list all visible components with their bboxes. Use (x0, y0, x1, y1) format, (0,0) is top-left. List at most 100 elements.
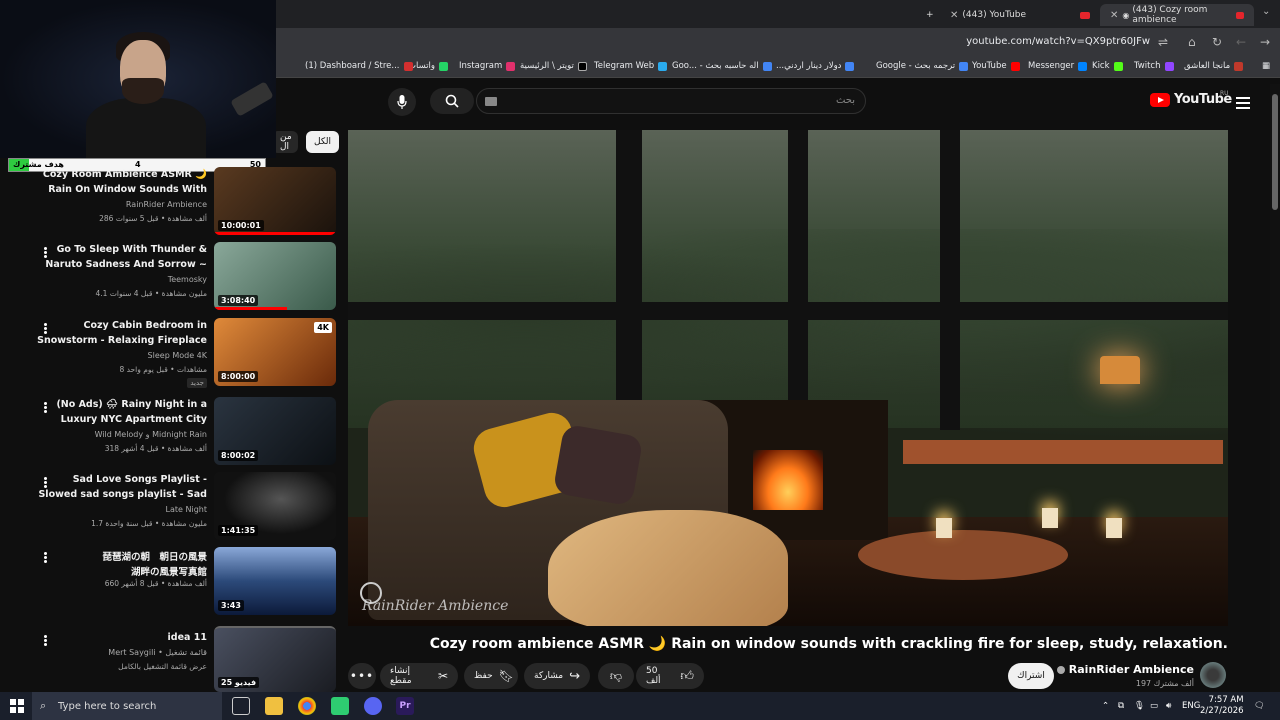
youtube-play-icon (1150, 92, 1170, 107)
bookmark-item[interactable]: واتساب (408, 61, 449, 71)
search-icon: ⌕ (40, 699, 47, 712)
bookmark-item[interactable]: Instagram (459, 61, 516, 71)
search-input[interactable]: بحث (476, 88, 866, 114)
tray-chevron-icon[interactable]: ⌃ (1102, 701, 1109, 711)
bookmark-favicon-icon (439, 61, 449, 71)
bookmark-item[interactable]: تويتر \ الرئيسية (520, 61, 587, 71)
video-thumbnail[interactable]: 1:41:35 (214, 472, 336, 540)
page-scrollbar[interactable] (1270, 84, 1280, 692)
bookmark-item[interactable]: ...دولار دينار اردني (776, 61, 855, 71)
bookmark-item[interactable]: YouTube (972, 61, 1020, 71)
bookmark-item[interactable]: (1) Dashboard / Stre... (305, 61, 413, 71)
apps-grid-icon[interactable]: ▦ (1262, 61, 1270, 71)
more-options-icon[interactable] (44, 551, 48, 564)
save-button[interactable]: حفظ 🔖︎ (464, 663, 518, 689)
more-options-icon[interactable] (44, 476, 48, 489)
close-tab-icon[interactable]: ✕ (950, 10, 958, 21)
search-button[interactable] (430, 88, 474, 114)
recommended-video[interactable]: 1:41:35 Sad Love Songs Playlist - Slowed… (0, 472, 340, 544)
recommended-video[interactable]: 8:00:02 (No Ads) 🌧 Rainy Night in a Luxu… (0, 397, 340, 469)
chrome-icon[interactable] (298, 697, 316, 715)
notifications-icon[interactable]: 🗨︎ (1254, 701, 1265, 711)
microphone-arm (230, 81, 274, 117)
tray-volume-icon[interactable]: 🔊︎ (1166, 701, 1171, 711)
bookmark-favicon-icon (1078, 61, 1088, 71)
watch-progress (214, 232, 336, 235)
more-actions-button[interactable]: ••• (348, 663, 376, 689)
windows-taskbar: ⌕ Type here to search Pr ⌃ ⧉ 🎙︎ ▭ 🔊︎ ENG… (0, 692, 1280, 720)
windows-start-icon[interactable] (10, 699, 24, 713)
task-view-icon[interactable] (232, 697, 250, 715)
url-field[interactable]: youtube.com/watch?v=QX9ptr60JFw (966, 36, 1150, 47)
youtube-favicon-icon (1080, 11, 1090, 19)
lamp-icon (1100, 356, 1140, 384)
microphone-icon (397, 95, 407, 109)
bookmark-favicon-icon (1234, 61, 1244, 71)
tray-battery-icon[interactable]: ▭ (1150, 701, 1158, 711)
share-button[interactable]: مشاركة ↪ (524, 663, 590, 689)
dislike-button[interactable]: 👎︎ (598, 663, 634, 689)
bookmark-favicon-icon (762, 61, 772, 71)
search-icon (445, 94, 459, 108)
clip-button[interactable]: إنشاء مقطع ✂ (380, 663, 458, 689)
more-options-icon[interactable] (44, 322, 48, 335)
close-tab-icon[interactable]: ✕ (1110, 10, 1118, 21)
language-indicator[interactable]: ENG (1182, 701, 1200, 711)
voice-search-button[interactable] (388, 88, 416, 116)
recommended-video[interactable]: 8:00:00 4K Cozy Cabin Bedroom in Snowsto… (0, 318, 340, 390)
bookmark-item[interactable]: مانجا العاشق (1184, 61, 1244, 71)
site-settings-icon[interactable]: ⇌ (1158, 35, 1168, 49)
keyboard-icon[interactable] (485, 97, 497, 106)
bookmark-favicon-icon (577, 61, 587, 71)
channel-avatar[interactable] (1200, 662, 1226, 688)
video-thumbnail[interactable]: 8:00:02 (214, 397, 336, 465)
playlist-thumbnail[interactable]: 25 فيديو (214, 626, 336, 692)
more-options-icon[interactable] (44, 246, 48, 259)
video-thumbnail[interactable]: 10:00:01 (214, 167, 336, 235)
forward-icon[interactable]: ← (1236, 35, 1246, 49)
more-options-icon[interactable] (44, 401, 48, 414)
back-icon[interactable]: → (1260, 35, 1270, 49)
menu-icon[interactable] (1236, 94, 1250, 112)
bookmark-item[interactable]: Kick (1092, 61, 1123, 71)
home-icon[interactable]: ⌂ (1188, 35, 1196, 49)
tab-list-chevron-icon[interactable]: ⌄ (1262, 6, 1270, 17)
video-thumbnail[interactable]: 3:08:40 (214, 242, 336, 310)
new-tab-button[interactable]: + (920, 4, 940, 26)
video-watermark: RainRider Ambience (362, 598, 509, 614)
scissors-icon: ✂ (437, 669, 448, 683)
bookmark-item[interactable]: Messenger (1028, 61, 1088, 71)
recommended-video[interactable]: 3:43 琵琶湖の朝 朝日の風景 湖畔の風景写真館 660 ألف مشاهدة… (0, 547, 340, 619)
recommended-video[interactable]: 3:08:40 Go To Sleep With Thunder & Narut… (0, 242, 340, 314)
video-thumbnail[interactable]: 8:00:00 4K (214, 318, 336, 386)
reload-icon[interactable]: ↻ (1212, 35, 1222, 49)
premiere-pro-icon[interactable]: Pr (396, 697, 414, 715)
verified-check-icon (1056, 665, 1065, 674)
subscriber-count: 197 ألف مشترك (1135, 679, 1194, 688)
tab-cozy-room[interactable]: ✕ ◉ (443) Cozy room ambience (1100, 4, 1254, 26)
video-player[interactable]: RainRider Ambience (348, 130, 1228, 626)
file-explorer-icon[interactable] (265, 697, 283, 715)
video-thumbnail[interactable]: 3:43 (214, 547, 336, 615)
tab-youtube-home[interactable]: ✕ (443) YouTube (940, 4, 1100, 26)
chip-all[interactable]: الكل (306, 131, 340, 153)
recommended-video[interactable]: 10:00:01 Cozy Room Ambience ASMR 🌙 Rain … (0, 167, 340, 239)
bookmark-item[interactable]: Twitch (1134, 61, 1174, 71)
recommended-playlist[interactable]: 25 فيديو idea 11 Mert Saygili • قائمة تش… (0, 626, 340, 692)
subscribe-button[interactable]: اشتراك (1008, 663, 1054, 689)
webcam-overlay (0, 0, 276, 158)
4k-badge: 4K (314, 322, 332, 333)
tray-network-icon[interactable]: ⧉ (1118, 701, 1124, 711)
bookmark-item[interactable]: Telegram Web (594, 61, 668, 71)
tray-mic-icon[interactable]: 🎙︎ (1134, 701, 1145, 711)
like-button[interactable]: 50 ألف 👍︎ (636, 663, 704, 689)
more-options-icon[interactable] (44, 634, 48, 647)
channel-name[interactable]: RainRider Ambience (1056, 663, 1194, 676)
app-icon[interactable] (331, 697, 349, 715)
bookmark-item[interactable]: Goo... - اله حاسبه بحث (672, 61, 772, 71)
bookmark-item[interactable]: Google - ترجمه بحث (876, 61, 969, 71)
clock[interactable]: 7:57 AM 2/27/2026 (1200, 695, 1244, 717)
scrollbar-thumb[interactable] (1272, 94, 1278, 210)
taskbar-search-input[interactable]: ⌕ Type here to search (32, 692, 222, 720)
discord-icon[interactable] (364, 697, 382, 715)
